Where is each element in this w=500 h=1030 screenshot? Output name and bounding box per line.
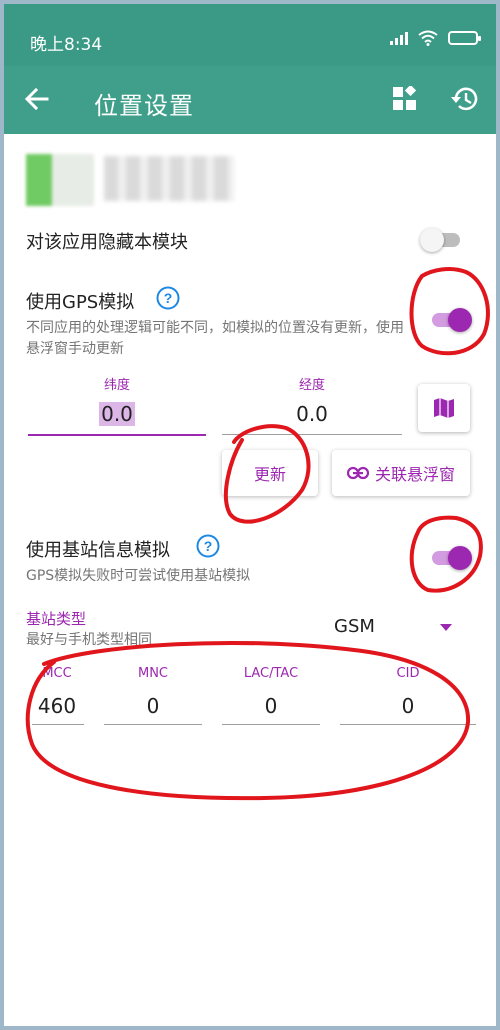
cell-label: 使用基站信息模拟 — [26, 540, 170, 561]
lac-label: LAC/TAC — [243, 666, 299, 681]
cell-description: GPS模拟失败时可尝试使用基站模拟 — [26, 568, 251, 584]
status-time: 晚上8:34 — [30, 35, 103, 55]
svg-text:?: ? — [204, 538, 213, 554]
cell-switch[interactable] — [430, 544, 472, 572]
cell-help-icon[interactable]: ? — [196, 534, 220, 558]
mcc-input[interactable]: 460 — [32, 694, 82, 718]
battery-icon — [448, 31, 481, 45]
gps-label: 使用GPS模拟 — [26, 292, 135, 313]
signal-icon — [390, 31, 408, 45]
latitude-label: 纬度 — [103, 378, 130, 393]
latitude-underline — [28, 434, 206, 436]
history-icon[interactable] — [450, 84, 480, 114]
cid-label: CID — [396, 666, 420, 681]
status-bar: 晚上8:34 — [4, 4, 496, 66]
app-icon — [26, 154, 94, 206]
wifi-icon — [418, 30, 438, 46]
station-type-label: 基站类型 — [26, 610, 87, 628]
dropdown-arrow-icon[interactable] — [440, 624, 452, 632]
station-type-select[interactable]: GSM — [334, 616, 375, 637]
mcc-underline — [32, 724, 84, 725]
longitude-label: 经度 — [298, 378, 325, 393]
gps-help-icon[interactable]: ? — [156, 286, 180, 310]
mcc-label: MCC — [42, 666, 72, 681]
cid-underline — [340, 724, 476, 725]
toolbar: 位置设置 — [4, 66, 496, 134]
app-header — [4, 134, 496, 219]
apps-icon[interactable] — [392, 86, 418, 112]
mnc-input[interactable]: 0 — [104, 694, 202, 718]
location-settings-screen: 晚上8:34 位置设置 对该应用隐藏本模块 使用GPS模拟 ? 不同应用的处理逻… — [4, 4, 496, 1026]
longitude-underline — [222, 434, 402, 435]
floating-window-button[interactable]: 关联悬浮窗 — [332, 450, 470, 496]
floating-window-label: 关联悬浮窗 — [374, 465, 455, 484]
hide-module-switch[interactable] — [420, 226, 462, 254]
mnc-underline — [104, 724, 202, 725]
lac-input[interactable]: 0 — [222, 694, 320, 718]
lac-underline — [222, 724, 320, 725]
app-name — [104, 156, 234, 201]
gps-description: 不同应用的处理逻辑可能不同，如模拟的位置没有更新，使用悬浮窗手动更新 — [26, 320, 404, 357]
gps-switch[interactable] — [430, 306, 472, 334]
update-button-label: 更新 — [253, 465, 286, 484]
hide-module-label: 对该应用隐藏本模块 — [26, 232, 188, 253]
cid-input[interactable]: 0 — [340, 694, 476, 718]
page-title: 位置设置 — [94, 92, 194, 120]
update-button[interactable]: 更新 — [222, 450, 318, 496]
latitude-input[interactable]: 0.0 — [28, 402, 206, 426]
link-icon — [346, 466, 369, 480]
longitude-input[interactable]: 0.0 — [222, 402, 402, 426]
station-type-hint: 最好与手机类型相同 — [26, 632, 152, 648]
svg-text:?: ? — [164, 290, 173, 306]
status-icons — [390, 30, 481, 46]
map-button[interactable] — [418, 384, 470, 432]
latitude-value: 0.0 — [99, 402, 135, 426]
back-icon[interactable] — [22, 84, 52, 114]
map-icon — [434, 398, 454, 418]
mnc-label: MNC — [137, 666, 169, 681]
